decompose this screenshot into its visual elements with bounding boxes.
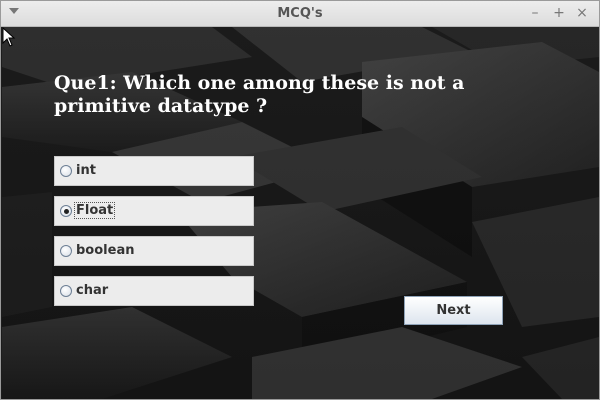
question-text: Que1: Which one among these is not a pri… — [54, 72, 465, 117]
radio-selected-icon[interactable] — [60, 205, 72, 217]
option-float[interactable]: Float — [54, 196, 254, 226]
maximize-icon[interactable]: + — [550, 4, 568, 22]
quiz-panel: Que1: Which one among these is not a pri… — [2, 27, 599, 399]
option-boolean[interactable]: boolean — [54, 236, 254, 266]
radio-icon[interactable] — [60, 285, 72, 297]
option-label: int — [76, 163, 96, 178]
app-window: MCQ's – + × Que1: Which one among these … — [0, 0, 600, 400]
option-label: boolean — [76, 243, 135, 258]
mouse-cursor-icon — [2, 27, 16, 47]
window-title: MCQ's — [277, 6, 323, 21]
next-button[interactable]: Next — [404, 296, 503, 325]
option-int[interactable]: int — [54, 156, 254, 186]
minimize-icon[interactable]: – — [526, 4, 544, 22]
title-bar[interactable]: MCQ's – + × — [1, 1, 599, 27]
option-label: char — [76, 283, 109, 298]
radio-icon[interactable] — [60, 165, 72, 177]
close-icon[interactable]: × — [573, 4, 591, 22]
radio-icon[interactable] — [60, 245, 72, 257]
option-label: Float — [73, 202, 116, 219]
option-char[interactable]: char — [54, 276, 254, 306]
